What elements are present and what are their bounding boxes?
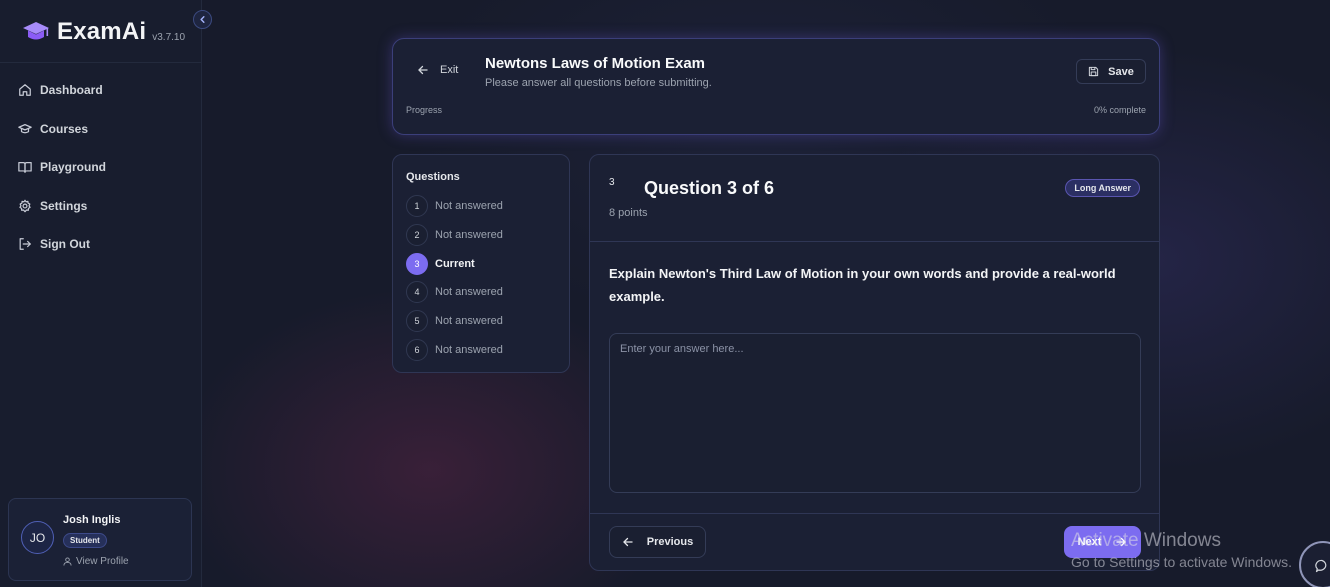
question-status: Not answered [435,286,503,299]
progress-percent: 0% complete [1093,105,1146,115]
book-open-icon [18,162,32,173]
questions-panel-title: Questions [406,171,460,183]
sidebar-item-label: Playground [40,160,107,174]
user-name: Josh Inglis [63,514,121,526]
question-heading: Question 3 of 6 [644,178,775,198]
save-label: Save [1108,65,1134,78]
sidebar-item-courses[interactable]: Courses [18,119,106,139]
gear-icon [19,199,31,212]
sidebar-nav: Dashboard Courses Playground Settings Si… [18,80,106,273]
sidebar-item-settings[interactable]: Settings [18,196,106,216]
role-badge: Student [63,533,107,548]
question-nav-item-6[interactable]: 6 Not answered [406,338,503,361]
next-label: Next [1077,536,1102,548]
sidebar-item-sign-out[interactable]: Sign Out [18,234,106,254]
sidebar-item-label: Settings [40,198,88,213]
user-icon [63,557,72,566]
question-number: 3 [406,252,428,275]
next-button[interactable]: Next [1064,526,1141,558]
question-number: 4 [406,281,428,304]
brand[interactable]: ExamAi v3.7.10 [22,18,185,46]
exam-header: Exit Newtons Laws of Motion Exam Please … [392,38,1160,135]
question-points: 8 points [609,207,648,219]
question-type-badge: Long Answer [1065,179,1140,197]
question-index: 3 [609,177,615,188]
view-profile-link[interactable]: View Profile [63,556,129,567]
divider [590,513,1159,514]
sign-out-icon [19,238,31,250]
sidebar-divider [0,62,202,63]
question-nav-item-3[interactable]: 3 Current [406,252,503,275]
question-status: Not answered [435,228,503,241]
exam-title: Newtons Laws of Motion Exam [485,55,706,72]
divider [590,241,1159,242]
chat-bubble-icon [1315,559,1327,573]
arrow-left-icon [623,537,633,547]
save-button[interactable]: Save [1076,59,1146,84]
collapse-sidebar-button[interactable] [193,10,212,29]
sidebar-item-playground[interactable]: Playground [18,157,106,177]
previous-label: Previous [646,536,694,548]
view-profile-label: View Profile [76,556,129,567]
question-nav-item-4[interactable]: 4 Not answered [406,281,503,304]
question-status: Not answered [435,200,503,212]
question-text: Explain Newton's Third Law of Motion in … [609,266,1116,304]
graduation-cap-icon [18,123,32,133]
app-name: ExamAi [57,18,147,45]
save-icon [1089,66,1099,77]
sidebar-item-label: Courses [40,121,89,136]
arrow-right-icon [1116,537,1127,547]
question-number: 5 [406,310,428,333]
answer-textarea[interactable] [609,333,1141,493]
question-number: 6 [406,338,428,361]
exam-subtitle: Please answer all questions before submi… [485,77,712,89]
graduation-cap-logo-icon [23,22,49,40]
avatar[interactable]: JO [21,521,54,554]
sidebar: ExamAi v3.7.10 Dashboard Courses Playgro… [0,0,202,587]
question-number: 1 [406,195,428,217]
question-status: Current [435,257,475,270]
exit-button[interactable]: Exit [417,64,458,76]
chevron-left-icon [200,16,205,23]
user-card: JO Josh Inglis Student View Profile [8,498,192,581]
sidebar-item-label: Sign Out [40,237,90,251]
previous-button[interactable]: Previous [609,526,706,558]
question-nav-item-2[interactable]: 2 Not answered [406,223,503,246]
progress-label: Progress [406,105,443,115]
question-status: Not answered [435,315,503,328]
questions-list: 1 Not answered 2 Not answered 3 Current … [406,195,503,368]
question-nav-item-5[interactable]: 5 Not answered [406,310,503,333]
question-nav-item-1[interactable]: 1 Not answered [406,195,503,217]
sidebar-item-dashboard[interactable]: Dashboard [18,80,106,100]
question-card: 3 Question 3 of 6 8 points Long Answer E… [589,154,1160,571]
question-number: 2 [406,223,428,246]
sidebar-item-label: Dashboard [40,83,103,97]
app-version: v3.7.10 [152,31,186,43]
question-status: Not answered [435,343,503,356]
arrow-left-icon [418,65,428,75]
home-icon [19,84,31,96]
exit-label: Exit [440,64,459,76]
questions-panel: Questions 1 Not answered 2 Not answered … [392,154,570,373]
